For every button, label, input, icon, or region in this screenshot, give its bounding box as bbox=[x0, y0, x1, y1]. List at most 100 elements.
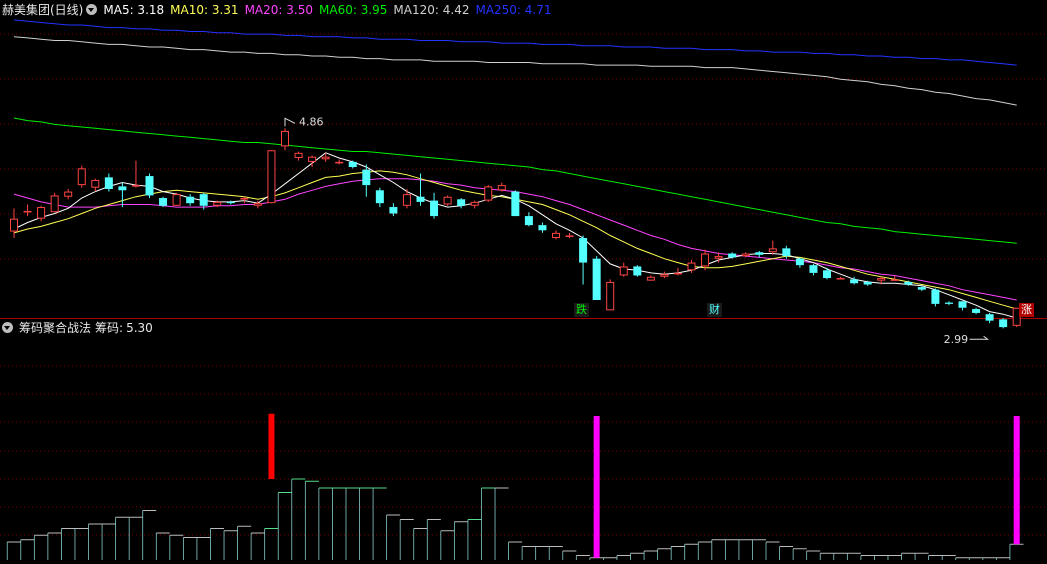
candle bbox=[565, 232, 574, 239]
candle-body bbox=[159, 198, 168, 206]
candle-body bbox=[50, 195, 59, 213]
candle bbox=[944, 301, 953, 306]
candle-body bbox=[348, 161, 357, 168]
candle-body bbox=[904, 281, 913, 285]
candle bbox=[646, 275, 655, 281]
candle bbox=[606, 279, 615, 311]
candle-body bbox=[118, 186, 127, 191]
candle-body bbox=[389, 207, 398, 214]
chevron-down-icon[interactable] bbox=[2, 322, 13, 333]
candle bbox=[118, 182, 127, 208]
ma60-line bbox=[13, 117, 1017, 244]
candle bbox=[619, 262, 628, 277]
chip-spike bbox=[1013, 416, 1020, 545]
price-markers: 4.86 2.99 bbox=[284, 115, 990, 346]
candle-body bbox=[931, 289, 940, 304]
candle-body bbox=[23, 210, 32, 213]
candle bbox=[470, 200, 479, 209]
grid-lines bbox=[0, 33, 1047, 536]
candle-body bbox=[660, 274, 669, 277]
chip-distribution-bars bbox=[6, 478, 1024, 560]
ma-legend: MA5: 3.18 MA10: 3.31 MA20: 3.50 MA60: 3.95 M… bbox=[103, 3, 557, 17]
candle bbox=[281, 128, 289, 151]
candle bbox=[104, 173, 113, 192]
candle-body bbox=[199, 194, 208, 206]
candle-body bbox=[619, 266, 628, 276]
ma-legend-item: MA10: 3.31 bbox=[170, 3, 239, 17]
candlestick-series[interactable] bbox=[10, 128, 1021, 329]
low-marker-label: 2.99 bbox=[944, 333, 969, 346]
candle-body bbox=[985, 314, 994, 321]
candle-body bbox=[267, 150, 276, 204]
candle bbox=[348, 160, 357, 169]
candle bbox=[294, 151, 303, 161]
candle-body bbox=[186, 196, 195, 204]
candle-body bbox=[470, 201, 479, 206]
candle-body bbox=[91, 179, 100, 188]
candle-body bbox=[37, 207, 46, 219]
cai-tag[interactable]: 财 bbox=[707, 303, 722, 317]
candle bbox=[402, 188, 411, 209]
candle-body bbox=[10, 218, 18, 232]
candle-body bbox=[253, 203, 262, 206]
die-tag[interactable]: 跌 bbox=[574, 303, 589, 317]
candle bbox=[823, 267, 831, 280]
candle-body bbox=[443, 196, 452, 205]
candle-body bbox=[728, 253, 737, 258]
candle bbox=[972, 307, 981, 315]
indicator-label: 筹码: bbox=[95, 321, 124, 335]
candle bbox=[186, 194, 195, 206]
candle bbox=[484, 185, 493, 202]
candle-body bbox=[646, 276, 655, 281]
low-marker-arrow bbox=[969, 335, 990, 340]
ma120-line bbox=[13, 36, 1017, 106]
candle bbox=[511, 190, 520, 217]
candle-body bbox=[999, 319, 1008, 328]
candle bbox=[23, 204, 32, 217]
candle-body bbox=[335, 161, 344, 164]
candle-body bbox=[145, 176, 154, 196]
candle-body bbox=[836, 278, 845, 280]
chip-signal-spikes bbox=[268, 413, 1020, 558]
candle bbox=[430, 192, 439, 219]
candle-body bbox=[240, 198, 249, 200]
candle bbox=[375, 187, 384, 208]
candle bbox=[497, 182, 506, 192]
candle-body bbox=[972, 309, 981, 313]
candle bbox=[457, 198, 466, 209]
candle-body bbox=[877, 278, 886, 281]
stock-title[interactable]: 赫美集团(日线) bbox=[2, 3, 83, 17]
ma-legend-item: MA120: 4.42 bbox=[393, 3, 470, 17]
candle-body bbox=[77, 168, 86, 186]
ma-legend-item: MA20: 3.50 bbox=[244, 3, 313, 17]
candle-body bbox=[281, 130, 289, 147]
candle-body bbox=[606, 281, 615, 311]
candle-body bbox=[362, 169, 371, 186]
candle-body bbox=[917, 287, 926, 290]
candle-body bbox=[741, 253, 750, 257]
candle-body bbox=[958, 301, 967, 308]
candle bbox=[10, 208, 18, 239]
candle bbox=[931, 288, 940, 307]
candle bbox=[50, 192, 59, 213]
candle-body bbox=[308, 156, 317, 162]
indicator-value: 5.30 bbox=[126, 321, 153, 335]
stock-chart: 4.86 2.99 bbox=[0, 19, 1047, 560]
candle bbox=[131, 160, 140, 188]
candle-body bbox=[592, 258, 601, 300]
candle-body bbox=[768, 248, 777, 253]
candle-body bbox=[701, 253, 710, 267]
zhang-tag[interactable]: 涨 bbox=[1019, 303, 1034, 317]
candle-body bbox=[890, 279, 899, 281]
candle-body bbox=[850, 279, 859, 284]
candle-body bbox=[782, 248, 791, 257]
high-marker-label: 4.86 bbox=[299, 115, 324, 128]
chevron-down-icon[interactable] bbox=[86, 4, 98, 15]
candle-body bbox=[402, 194, 411, 206]
chip-spike bbox=[268, 413, 275, 479]
candle-body bbox=[755, 252, 764, 255]
candle bbox=[809, 263, 818, 276]
candle-body bbox=[687, 262, 696, 271]
candle-body bbox=[795, 258, 804, 266]
indicator-title[interactable]: 筹码聚合战法 bbox=[19, 321, 91, 335]
